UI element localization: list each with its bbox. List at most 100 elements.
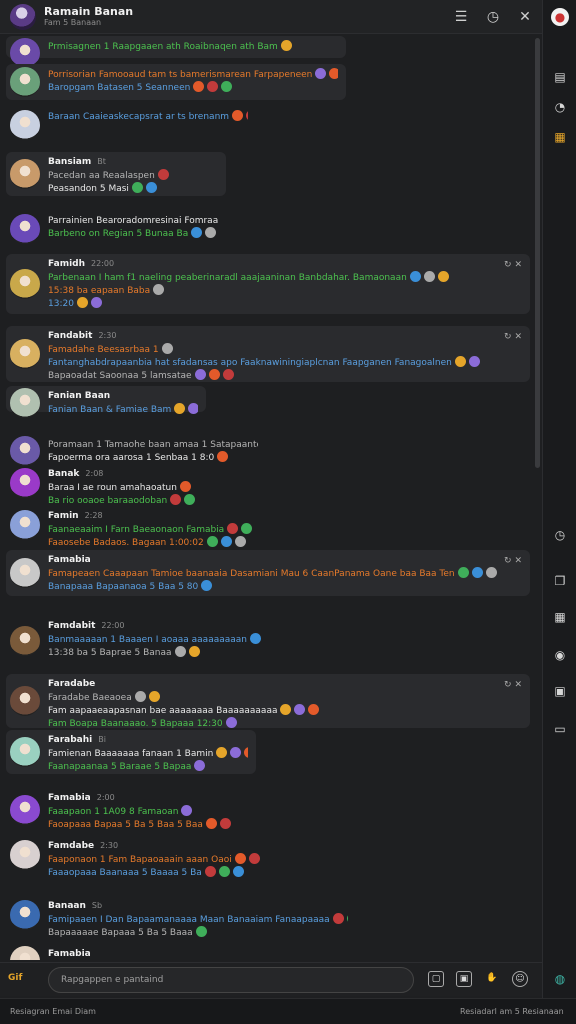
book-icon[interactable]: ▤ <box>551 68 569 86</box>
avatar[interactable] <box>10 686 40 716</box>
emoji-icon <box>188 403 198 414</box>
message-item[interactable]: Fanian Baan Fanian Baan & Famiae Bam <box>6 386 206 418</box>
message-header: Famabia <box>48 554 91 566</box>
emoji-icon <box>179 481 191 492</box>
message-text: Fapoerma ora aarosa 1 Senbaa 1 8:0 <box>48 451 258 463</box>
folder-icon[interactable]: ▭ <box>551 720 569 738</box>
avatar[interactable] <box>10 214 40 244</box>
clock-icon[interactable]: ◷ <box>486 10 500 24</box>
message-item[interactable]: Famabia Famapeaen Caaapaan Tamioe baanaai… <box>6 550 530 596</box>
author-name[interactable]: Farabahi <box>48 735 92 745</box>
message-item[interactable]: Poramaan 1 Tamaohe baan amaa 1 Satapaant… <box>6 434 266 468</box>
author-name[interactable]: Fandabit <box>48 331 92 341</box>
timestamp: 22:00 <box>91 259 115 268</box>
message-actions-icon[interactable]: ↻ ✕ <box>504 332 522 342</box>
bot-icon[interactable]: ◍ <box>551 970 569 988</box>
image-icon[interactable]: ▣ <box>551 682 569 700</box>
avatar[interactable] <box>10 558 40 588</box>
profile-icon[interactable]: ● <box>551 8 569 26</box>
pie-icon[interactable]: ◔ <box>551 98 569 116</box>
avatar[interactable] <box>10 388 40 418</box>
emoji-icon <box>157 169 169 180</box>
message-actions-icon[interactable]: ↻ ✕ <box>504 556 522 566</box>
message-text: Porrisorian Famooaud tam ts bamerismarea… <box>48 68 338 80</box>
author-name[interactable]: Famdabe <box>48 841 94 851</box>
gif-button[interactable]: Gif <box>8 973 22 983</box>
message-item[interactable]: Porrisorian Famooaud tam ts bamerismarea… <box>6 64 346 100</box>
author-name[interactable]: Banak <box>48 469 79 479</box>
avatar[interactable] <box>10 269 40 299</box>
timer-icon[interactable]: ◷ <box>551 526 569 544</box>
emoji-icon <box>225 717 237 728</box>
message-item[interactable]: Famdabe 2:30 Faaponaon 1 Fam Bapaoaaain aa… <box>6 836 286 878</box>
author-name[interactable]: Famidh <box>48 259 85 269</box>
emoji-icon <box>329 68 338 79</box>
channel-avatar[interactable] <box>10 3 36 30</box>
avatar[interactable] <box>10 159 40 189</box>
author-name[interactable]: Famabia <box>48 949 91 959</box>
author-name[interactable]: Famdabit <box>48 621 95 631</box>
message-item[interactable]: Famidh 22:00 Parbenaan I ham f1 naeling pe… <box>6 254 530 314</box>
message-input[interactable]: Rapgappen e pantaind <box>48 967 414 993</box>
author-name[interactable]: Bansiam <box>48 157 91 167</box>
calendar-icon[interactable]: ▦ <box>551 128 569 146</box>
attach-icon[interactable]: ▢ <box>428 971 444 987</box>
message-item[interactable]: Parrainien Bearoradomresinai Fomraaien Ba… <box>6 210 226 248</box>
record-icon[interactable]: ◉ <box>551 646 569 664</box>
author-name[interactable]: Famabia <box>48 793 91 803</box>
author-name[interactable]: Banaan <box>48 901 86 911</box>
emoji-icon <box>454 356 466 367</box>
avatar[interactable] <box>10 900 40 930</box>
emoji-icon <box>205 227 217 238</box>
avatar[interactable] <box>10 946 40 960</box>
message-header: Famdabit 22:00 <box>48 620 124 632</box>
emoji-icon <box>204 866 216 877</box>
avatar[interactable] <box>10 840 40 870</box>
avatar[interactable] <box>10 510 40 540</box>
message-item[interactable]: Famin 2:28 Faanaeaaim I Farn Baeaonaon Fam… <box>6 506 266 548</box>
author-name[interactable]: Faradabe <box>48 679 95 689</box>
message-item[interactable]: Baraan Caaieaskecapsrat ar ts brenanm <box>6 106 256 144</box>
avatar[interactable] <box>10 737 40 767</box>
emoji-icon <box>218 866 230 877</box>
message-text: Faaapaon 1 1A09 8 Famaoan <box>48 805 258 817</box>
author-name[interactable]: Fanian Baan <box>48 391 110 401</box>
author-name[interactable]: Famin <box>48 511 79 521</box>
message-item[interactable]: FamabiaFamabia Baaaa 5 Baaa <box>6 944 306 960</box>
avatar[interactable] <box>10 67 40 97</box>
chat-header: Ramain Banan Fam 5 Banaan ☰ ◷ ✕ <box>0 0 542 34</box>
emoji-icon <box>234 853 246 864</box>
message-item[interactable]: Bansiam Bt Pacedan aa Reaalaspen Peasandon … <box>6 152 226 196</box>
window-icon[interactable]: ❐ <box>551 572 569 590</box>
message-item[interactable]: Banak 2:08 Baraa I ae roun amahaoatun Ba ri… <box>6 464 226 506</box>
avatar[interactable] <box>10 339 40 369</box>
message-item[interactable]: Prmisagnen 1 Raapgaaen ath Roaibnaqen at… <box>6 36 346 68</box>
message-item[interactable]: Farabahi Bi Famienan Baaaaaaa fanaan 1 Bam… <box>6 730 256 774</box>
avatar[interactable] <box>10 626 40 656</box>
message-text: Faaosebe Badaos. Bagaan 1:00:02 <box>48 536 258 548</box>
message-item[interactable]: Fandabit 2:30 Famadahe Beesasrbaa 1 Fantang… <box>6 326 530 382</box>
message-item[interactable]: Famabia 2:00 Faaapaon 1 1A09 8 Famaoan Faoa… <box>6 788 266 832</box>
close-icon[interactable]: ✕ <box>518 10 532 24</box>
message-item[interactable]: Banaan Sb Famipaaen I Dan Bapaamanaaaa Maa… <box>6 896 356 938</box>
message-header: Bansiam Bt <box>48 156 106 168</box>
grid-icon[interactable]: ▦ <box>551 608 569 626</box>
emoji-icon <box>76 297 88 308</box>
emoji-icon[interactable]: ☺ <box>512 971 528 987</box>
avatar[interactable] <box>10 110 40 140</box>
sticker-icon[interactable]: ▣ <box>456 971 472 987</box>
message-actions-icon[interactable]: ↻ ✕ <box>504 680 522 690</box>
avatar[interactable] <box>10 795 40 825</box>
message-item[interactable]: Faradabe Faradabe Baeaoea Fam aapaaeaapasn… <box>6 674 530 729</box>
scrollbar[interactable] <box>535 38 540 468</box>
message-item[interactable]: Famdabit 22:00 Banmaaaaan 1 Baaaen I aoaaa… <box>6 616 530 666</box>
message-text: Faanaeaaim I Farn Baeaonaon Famabia <box>48 523 258 535</box>
message-feed[interactable]: Prmisagnen 1 Raapgaaen ath Roaibnaqen at… <box>0 36 534 960</box>
author-name[interactable]: Famabia <box>48 555 91 565</box>
emoji-icon <box>181 805 193 816</box>
avatar[interactable] <box>10 436 40 466</box>
message-actions-icon[interactable]: ↻ ✕ <box>504 260 522 270</box>
menu-icon[interactable]: ☰ <box>454 10 468 24</box>
avatar[interactable] <box>10 468 40 498</box>
mic-icon[interactable]: ✋ <box>484 971 500 987</box>
